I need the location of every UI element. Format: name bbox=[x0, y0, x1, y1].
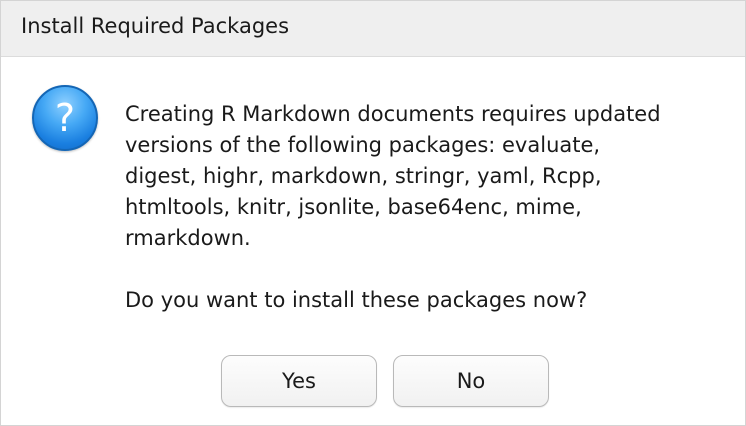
message-line: rmarkdown. bbox=[125, 226, 251, 250]
dialog-title: Install Required Packages bbox=[21, 14, 290, 38]
no-button[interactable]: No bbox=[393, 355, 549, 407]
message-line: versions of the following packages: eval… bbox=[125, 133, 601, 157]
message-line: htmltools, knitr, jsonlite, base64enc, m… bbox=[125, 195, 582, 219]
install-packages-dialog: Install Required Packages ? Creating R M… bbox=[0, 0, 746, 426]
question-mark-glyph: ? bbox=[54, 96, 76, 140]
install-question: Do you want to install these packages no… bbox=[125, 288, 588, 312]
dialog-message: Creating R Markdown documents requires u… bbox=[125, 99, 735, 316]
title-bar: Install Required Packages bbox=[1, 1, 745, 57]
yes-button[interactable]: Yes bbox=[221, 355, 377, 407]
message-spacer bbox=[125, 254, 735, 285]
question-icon: ? bbox=[32, 85, 98, 151]
message-line: digest, highr, markdown, stringr, yaml, … bbox=[125, 164, 602, 188]
message-line: Creating R Markdown documents requires u… bbox=[125, 102, 661, 126]
